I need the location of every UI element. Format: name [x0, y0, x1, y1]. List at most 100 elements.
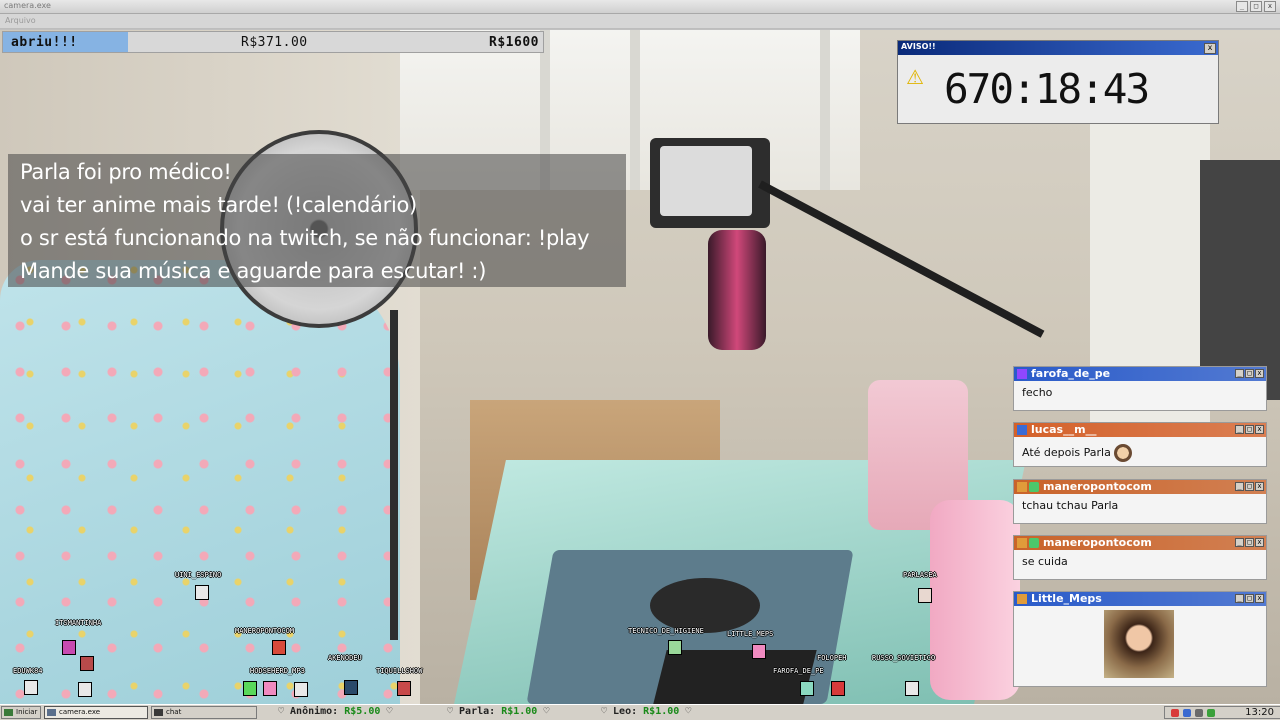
avatar-sprite[interactable]	[800, 681, 814, 696]
system-tray: 13:20	[1164, 706, 1280, 719]
user-badge-icon	[1017, 369, 1027, 379]
avatar-sprite[interactable]	[24, 680, 38, 695]
avatar-sprite[interactable]	[918, 588, 932, 603]
chat-header: maneropontocom _ □ x	[1014, 536, 1266, 550]
close-icon[interactable]: x	[1255, 369, 1264, 378]
donation-goal-bar: abriu!!! R$371.00 R$1600	[2, 31, 544, 53]
chat-message: fecho	[1022, 386, 1053, 399]
chat-popup: Little_Meps _ □ x	[1013, 591, 1267, 687]
chat-popup: maneropontocom _ □ x tchau tchau Parla	[1013, 479, 1267, 524]
avatar-sprite[interactable]	[294, 682, 308, 697]
chat-header: lucas__m__ _ □ x	[1014, 423, 1266, 437]
chat-controls: _ □ x	[1235, 538, 1264, 547]
avatar-name: MANEROPONTOCOM	[235, 627, 295, 635]
avatar-sprite[interactable]	[80, 656, 94, 671]
avatar-name: FAROFA_DE_PE	[773, 667, 824, 675]
avatar-name: LITTLE_MEPS	[727, 630, 774, 638]
minimize-icon[interactable]: _	[1235, 425, 1244, 434]
tray-volume-icon[interactable]	[1195, 709, 1203, 717]
avatar-sprite[interactable]	[344, 680, 358, 695]
donation-entry: ♡ Parla: R$1.00 ♡	[447, 706, 549, 717]
task-chat-label: chat	[166, 708, 182, 716]
timer-window: AVISO!! x ⚠ 670:18:43	[897, 40, 1219, 124]
verified-badge-icon	[1029, 482, 1039, 492]
avatar-sprite[interactable]	[668, 640, 682, 655]
avatar-sprite[interactable]	[831, 681, 845, 696]
avatar-sprite[interactable]	[195, 585, 209, 600]
minimize-icon[interactable]: _	[1235, 369, 1244, 378]
keyboard	[653, 650, 817, 704]
chat-username: farofa_de_pe	[1031, 367, 1111, 380]
chat-username: Little_Meps	[1031, 592, 1102, 605]
avatar-sprite[interactable]	[397, 681, 411, 696]
windows-icon	[4, 709, 13, 716]
close-button[interactable]: x	[1264, 1, 1276, 12]
chat-header: Little_Meps _ □ x	[1014, 592, 1266, 606]
minimize-button[interactable]: _	[1236, 1, 1248, 12]
timer-title: AVISO!!	[901, 42, 936, 51]
close-icon[interactable]: x	[1255, 425, 1264, 434]
avatar-name: PARLASEA	[903, 571, 937, 579]
microphone	[708, 230, 766, 350]
donation-name: ♡ Parla:	[447, 706, 502, 717]
user-badge-icon	[1017, 538, 1027, 548]
info-line: o sr está funcionando na twitch, se não …	[20, 226, 590, 250]
avatar-name: HODSEHERD_MP3	[250, 667, 305, 675]
minimize-icon[interactable]: _	[1235, 538, 1244, 547]
goal-target: R$1600	[489, 35, 539, 50]
tray-app-icon[interactable]	[1207, 709, 1215, 717]
user-badge-icon	[1017, 594, 1027, 604]
close-icon[interactable]: x	[1255, 482, 1264, 491]
window-controls: _ □ x	[1236, 1, 1276, 12]
donation-name: ♡ Leo:	[601, 706, 644, 717]
blanket-chair	[0, 260, 400, 704]
donation-end: ♡	[537, 706, 550, 717]
maximize-icon[interactable]: □	[1245, 482, 1254, 491]
goal-current: R$371.00	[241, 35, 308, 50]
maximize-icon[interactable]: □	[1245, 594, 1254, 603]
maximize-icon[interactable]: □	[1245, 425, 1254, 434]
task-camera[interactable]: camera.exe	[44, 706, 148, 719]
monitor	[1200, 160, 1280, 400]
donation-entry: ♡ Anônimo: R$5.00 ♡	[278, 706, 392, 717]
user-badge-icon	[1017, 425, 1027, 435]
close-icon[interactable]: x	[1255, 594, 1264, 603]
fan-pole	[390, 310, 398, 640]
close-icon[interactable]: x	[1255, 538, 1264, 547]
maximize-button[interactable]: □	[1250, 1, 1262, 12]
tray-network-icon[interactable]	[1183, 709, 1191, 717]
small-tv	[650, 138, 770, 228]
avatar-name: FOLOPEH	[817, 654, 847, 662]
tray-shield-icon[interactable]	[1171, 709, 1179, 717]
minimize-icon[interactable]: _	[1235, 482, 1244, 491]
avatar-name: EDUWK84	[13, 667, 43, 675]
avatar-name: AKENODEU	[328, 654, 362, 662]
chat-message: se cuida	[1022, 555, 1068, 568]
avatar-sprite[interactable]	[263, 681, 277, 696]
minimize-icon[interactable]: _	[1235, 594, 1244, 603]
timer-close-button[interactable]: x	[1204, 43, 1216, 54]
verified-badge-icon	[1029, 538, 1039, 548]
window-frame	[820, 30, 830, 190]
avatar-name: RUSSO_SOVIETICO	[872, 654, 936, 662]
window-titlebar: camera.exe _ □ x	[0, 0, 1280, 14]
avatar-sprite[interactable]	[752, 644, 766, 659]
mouse	[650, 578, 760, 633]
timer-clock: 670:18:43	[944, 65, 1150, 113]
chat-controls: _ □ x	[1235, 594, 1264, 603]
chat-popup: farofa_de_pe _ □ x fecho	[1013, 366, 1267, 411]
maximize-icon[interactable]: □	[1245, 369, 1254, 378]
donation-entry: ♡ Leo: R$1.00 ♡	[601, 706, 691, 717]
avatar-sprite[interactable]	[905, 681, 919, 696]
maximize-icon[interactable]: □	[1245, 538, 1254, 547]
avatar-sprite[interactable]	[78, 682, 92, 697]
start-button[interactable]: Iniciar	[1, 706, 41, 719]
avatar-sprite[interactable]	[272, 640, 286, 655]
avatar-sprite[interactable]	[243, 681, 257, 696]
chat-app-icon	[154, 709, 163, 716]
task-chat[interactable]: chat	[151, 706, 257, 719]
chat-message: Até depois Parla	[1022, 444, 1132, 462]
chat-header: maneropontocom _ □ x	[1014, 480, 1266, 494]
menu-arquivo[interactable]: Arquivo	[5, 16, 36, 25]
avatar-sprite[interactable]	[62, 640, 76, 655]
